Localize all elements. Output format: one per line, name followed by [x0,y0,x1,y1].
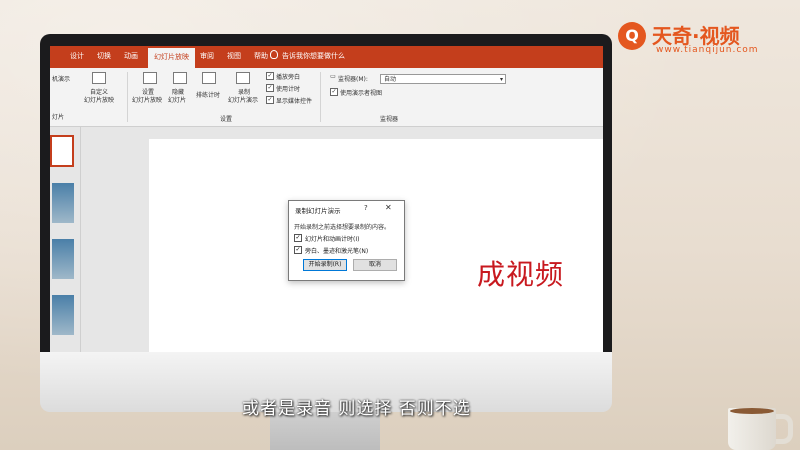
show-media-controls-label: 显示媒体控件 [276,98,313,105]
slide-thumbnail-selected[interactable] [50,135,74,167]
tab-view[interactable]: 视图 [227,51,241,61]
tab-review[interactable]: 审阅 [200,51,214,61]
video-subtitle: 或者是录音 则选择 否则不选 [242,399,471,419]
brand-url: www.tianqijun.com [656,45,759,55]
monitor-icon: ▭ [330,73,336,80]
tab-design[interactable]: 设计 [70,51,84,61]
dialog-description: 开始录制之前选择想要录制的内容。 [294,224,391,231]
tab-animations[interactable]: 动画 [124,51,138,61]
hide-slide-icon [173,72,187,84]
brand-watermark: Q 天奇·视频 www.tianqijun.com [618,20,788,60]
group-separator [127,72,128,122]
play-narration-checkbox[interactable]: ✓ [266,72,274,80]
from-current-slide-button-label[interactable]: 机演示 [52,74,70,83]
presenter-view-checkbox[interactable]: ✓ [330,88,338,96]
coffee [730,408,774,414]
slide-thumbnails-pane [50,127,81,352]
monitor-label: 监视器(M): [338,76,368,83]
tell-me-search[interactable]: 告诉我你想要做什么 [282,51,345,61]
slide-timings-checkbox[interactable]: ✓ [294,234,302,242]
tab-transitions[interactable]: 切换 [97,51,111,61]
ribbon-tab-bar: 设计 切换 动画 幻灯片放映 审阅 视图 帮助 告诉我你想要做什么 [50,46,603,68]
cancel-button[interactable]: 取消 [353,259,397,271]
narration-checkbox[interactable]: ✓ [294,246,302,254]
custom-slideshow-icon [92,72,106,84]
record-slideshow-button-line2[interactable]: 幻灯片演示 [228,95,258,104]
slide-timings-label: 幻灯片和动画计时(I) [305,236,360,243]
use-timings-checkbox[interactable]: ✓ [266,84,274,92]
presenter-view-label: 使用演示者视图 [340,90,383,97]
monitor-select-value: 自动 [384,76,397,83]
setup-slideshow-button-line2[interactable]: 幻灯片放映 [132,95,162,104]
monitor-frame: 设计 切换 动画 幻灯片放映 审阅 视图 帮助 告诉我你想要做什么 机演示 灯片… [40,34,612,370]
coffee-mug [728,408,776,450]
dialog-title: 录制幻灯片演示 [295,207,341,215]
start-recording-button[interactable]: 开始录制(R) [303,259,347,271]
chevron-down-icon: ▾ [499,76,503,83]
slide-thumbnail[interactable] [52,295,74,335]
rehearse-timings-icon [202,72,216,84]
rehearse-timings-button[interactable]: 排练计时 [196,90,220,99]
tab-help[interactable]: 帮助 [254,51,268,61]
setup-slideshow-icon [143,72,157,84]
brand-logo-icon: Q [618,22,646,50]
custom-slideshow-button-line2[interactable]: 幻灯片放映 [84,95,114,104]
tab-slide-show[interactable]: 幻灯片放映 [148,48,195,68]
slide-title-text[interactable]: 成视频 [477,253,564,293]
ribbon-panel: 机演示 灯片 自定义 幻灯片放映 设置 幻灯片放映 隐藏 幻灯片 排练计时 录制… [50,68,603,127]
play-narration-label: 播放旁白 [276,74,301,81]
monitor-select[interactable]: 自动 ▾ [380,74,506,84]
use-timings-label: 使用计时 [276,86,301,93]
group-start-slideshow-label: 灯片 [52,114,65,121]
group-separator [320,72,321,122]
close-icon[interactable]: ✕ [385,203,392,212]
slide-thumbnail[interactable] [52,239,74,279]
record-slideshow-dialog: 录制幻灯片演示 ? ✕ 开始录制之前选择想要录制的内容。 ✓ 幻灯片和动画计时(… [288,200,405,281]
powerpoint-window: 设计 切换 动画 幻灯片放映 审阅 视图 帮助 告诉我你想要做什么 机演示 灯片… [50,46,603,352]
slide-thumbnail[interactable] [52,183,74,223]
record-slideshow-icon [236,72,250,84]
narration-label: 旁白、墨迹和激光笔(N) [305,248,369,255]
help-icon[interactable]: ? [364,204,368,212]
hide-slide-button-line2[interactable]: 幻灯片 [168,95,186,104]
lightbulb-icon [270,50,278,59]
show-media-controls-checkbox[interactable]: ✓ [266,96,274,104]
group-setup-label: 设置 [220,116,233,123]
group-monitors-label: 监视器 [380,116,399,123]
